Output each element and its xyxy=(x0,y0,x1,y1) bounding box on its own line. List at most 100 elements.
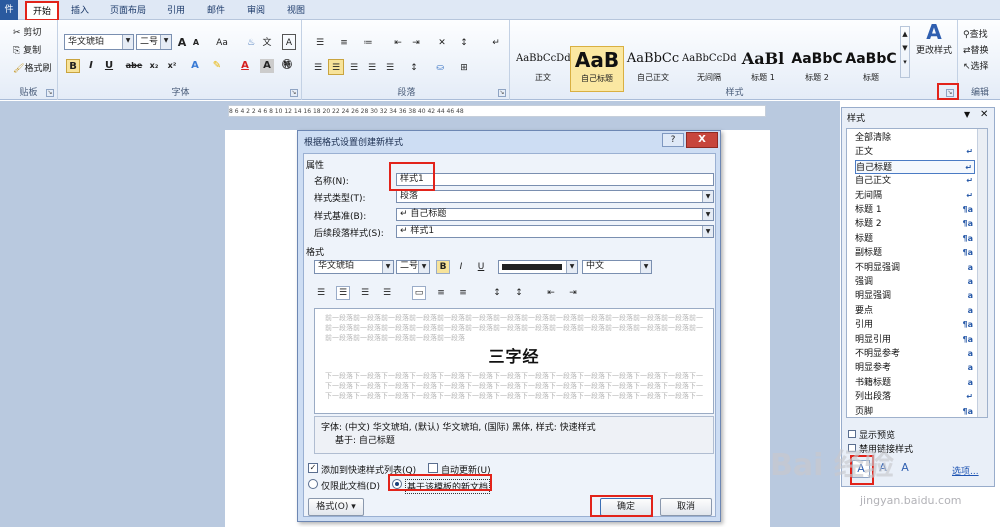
dialog-align-center-icon[interactable]: ☰ xyxy=(336,286,350,300)
dialog-double-spacing-icon[interactable]: ≡ xyxy=(456,286,470,300)
styles-list-item[interactable]: 页脚 ¶a xyxy=(855,405,975,419)
line-spacing-icon[interactable]: ↕ xyxy=(404,59,424,75)
styles-list-item[interactable]: 书籍标题 a xyxy=(855,376,975,390)
dialog-increase-indent-icon[interactable]: ⇥ xyxy=(566,286,580,300)
font-size-combo[interactable]: 二号 ▼ xyxy=(136,34,172,50)
chevron-down-icon[interactable]: ▼ xyxy=(566,261,577,273)
styles-list-item[interactable]: 要点 a xyxy=(855,304,975,318)
styles-list-item[interactable]: 无间隔 ↵ xyxy=(855,189,975,203)
help-button[interactable]: ? xyxy=(662,133,684,147)
change-styles-button[interactable]: A 更改样式 xyxy=(912,22,956,68)
align-center-icon[interactable]: ☰ xyxy=(328,59,344,75)
dialog-bold-button[interactable]: B xyxy=(436,260,450,274)
dialog-one-half-spacing-icon[interactable]: ≡ xyxy=(434,286,448,300)
shading-icon[interactable]: ⛀ xyxy=(430,59,450,75)
styles-list-item[interactable]: 列出段落 ↵ xyxy=(855,390,975,404)
styles-list-item[interactable]: 全部清除 xyxy=(855,131,975,145)
align-left-icon[interactable]: ☰ xyxy=(310,59,326,75)
borders-icon[interactable]: ⊞ xyxy=(454,59,474,75)
close-icon[interactable]: ✕ xyxy=(980,109,988,120)
clipboard-launcher-icon[interactable]: ↘ xyxy=(46,89,54,97)
styles-list-item[interactable]: 明显参考 a xyxy=(855,361,975,375)
highlight-icon[interactable]: ✎ xyxy=(210,59,224,73)
grow-font-button[interactable]: A xyxy=(176,34,188,50)
options-link[interactable]: 选项... xyxy=(952,464,979,477)
styles-list-item[interactable]: 不明显强调 a xyxy=(855,261,975,275)
dialog-italic-button[interactable]: I xyxy=(454,260,468,274)
dialog-font-select[interactable]: 华文琥珀 ▼ xyxy=(314,260,394,274)
font-launcher-icon[interactable]: ↘ xyxy=(290,89,298,97)
tab-page-layout[interactable]: 页面布局 xyxy=(106,2,150,20)
phonetic-guide-icon[interactable]: 文 xyxy=(260,34,274,50)
styles-list-item[interactable]: 标题 1 ¶a xyxy=(855,203,975,217)
chevron-down-icon[interactable]: ▼ xyxy=(640,261,651,273)
styles-list-item[interactable]: 明显强调 a xyxy=(855,289,975,303)
pane-menu-icon[interactable]: ▼ xyxy=(964,110,970,119)
show-preview-checkbox[interactable] xyxy=(848,430,856,438)
style-name-input[interactable]: 样式1 xyxy=(396,173,714,186)
show-marks-icon[interactable]: ↵ xyxy=(488,34,504,50)
chevron-down-icon[interactable]: ▼ xyxy=(122,35,133,49)
style-type-select[interactable]: 段落 ▼ xyxy=(396,190,714,203)
styles-list-item[interactable]: 正文 ↵ xyxy=(855,145,975,159)
chevron-down-icon[interactable]: ▼ xyxy=(160,35,171,49)
styles-list-item[interactable]: 自己标题 ↵ xyxy=(855,159,975,174)
tab-view[interactable]: 视图 xyxy=(282,2,310,20)
tab-file[interactable]: 件 xyxy=(0,0,18,20)
justify-icon[interactable]: ☰ xyxy=(364,59,380,75)
select-button[interactable]: ↖选择 xyxy=(962,58,1000,74)
cancel-button[interactable]: 取消 xyxy=(660,498,712,516)
chevron-down-icon[interactable]: ▼ xyxy=(382,261,393,273)
decrease-indent-icon[interactable]: ⇤ xyxy=(390,34,406,50)
chevron-down-icon[interactable]: ▼ xyxy=(702,209,713,220)
add-to-quick-styles-checkbox[interactable]: ✓ xyxy=(308,463,318,473)
change-case-button[interactable]: Aa xyxy=(212,34,232,50)
dialog-align-right-icon[interactable]: ☰ xyxy=(358,286,372,300)
enclose-char-icon[interactable]: ㊕ xyxy=(280,59,294,73)
shrink-font-button[interactable]: A xyxy=(190,34,202,50)
chevron-down-icon[interactable]: ▼ xyxy=(702,226,713,237)
styles-list-item[interactable]: 强调 a xyxy=(855,275,975,289)
find-button[interactable]: ⚲查找 xyxy=(962,26,1000,42)
font-color-icon[interactable]: A xyxy=(238,59,252,73)
manage-styles-icon[interactable]: A xyxy=(896,460,914,478)
distributed-icon[interactable]: ☰ xyxy=(382,59,398,75)
chevron-down-icon[interactable]: ▼ xyxy=(702,191,713,202)
tab-review[interactable]: 审阅 xyxy=(242,2,270,20)
close-button[interactable]: X xyxy=(686,132,718,148)
dialog-justify-icon[interactable]: ☰ xyxy=(380,286,394,300)
style-base-select[interactable]: ↵ 自己标题 ▼ xyxy=(396,208,714,221)
dialog-underline-button[interactable]: U xyxy=(474,260,488,274)
styles-list-item[interactable]: 自己正文 ↵ xyxy=(855,174,975,188)
auto-update-checkbox[interactable] xyxy=(428,463,438,473)
dialog-single-spacing-icon[interactable]: ▭ xyxy=(412,286,426,300)
dialog-size-select[interactable]: 二号 ▼ xyxy=(396,260,430,274)
styles-list-item[interactable]: 引用 ¶a xyxy=(855,318,975,332)
multilevel-list-icon[interactable]: ≔ xyxy=(358,34,378,50)
copy-button[interactable]: ⎘ 复制 xyxy=(12,42,52,58)
increase-indent-icon[interactable]: ⇥ xyxy=(408,34,424,50)
this-document-radio[interactable] xyxy=(308,479,318,489)
styles-list-item[interactable]: 标题 2 ¶a xyxy=(855,217,975,231)
scrollbar[interactable] xyxy=(977,129,987,417)
dialog-decrease-indent-icon[interactable]: ⇤ xyxy=(544,286,558,300)
font-name-combo[interactable]: 华文琥珀 ▼ xyxy=(64,34,134,50)
text-effects-icon[interactable]: A xyxy=(188,59,202,73)
format-menu-button[interactable]: 格式(O) ▾ xyxy=(308,498,364,516)
format-painter-button[interactable]: 🖌格式刷 xyxy=(12,60,58,76)
tab-references[interactable]: 引用 xyxy=(162,2,190,20)
replace-button[interactable]: ⇄替换 xyxy=(962,42,1000,58)
styles-list-item[interactable]: 副标题 ¶a xyxy=(855,246,975,260)
chevron-down-icon[interactable]: ▼ xyxy=(418,261,429,273)
next-style-select[interactable]: ↵ 样式1 ▼ xyxy=(396,225,714,238)
dialog-color-select[interactable]: ▼ xyxy=(498,260,578,274)
subscript-button[interactable]: x₂ xyxy=(146,59,162,73)
bullets-icon[interactable]: ☰ xyxy=(310,34,330,50)
tab-insert[interactable]: 插入 xyxy=(66,2,94,20)
superscript-button[interactable]: x² xyxy=(164,59,180,73)
underline-button[interactable]: U xyxy=(102,59,116,73)
align-right-icon[interactable]: ☰ xyxy=(346,59,362,75)
cut-button[interactable]: ✂ 剪切 xyxy=(12,24,52,40)
paragraph-launcher-icon[interactable]: ↘ xyxy=(498,89,506,97)
char-shading-icon[interactable]: A xyxy=(260,59,274,73)
